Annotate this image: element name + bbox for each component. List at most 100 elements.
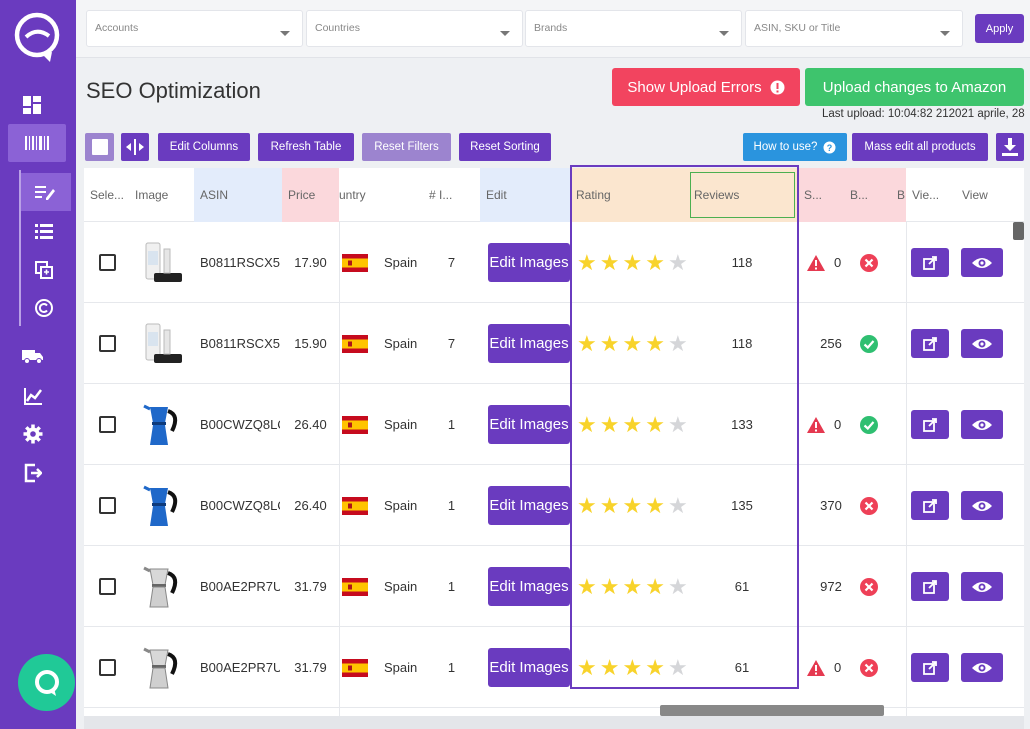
eye-icon — [972, 419, 992, 430]
show-upload-errors-button[interactable]: Show Upload Errors — [612, 68, 800, 106]
truck-icon[interactable] — [20, 345, 46, 367]
reviews-cell: 118 — [731, 336, 753, 351]
column-header-num[interactable]: # I... — [423, 168, 480, 222]
column-header-view[interactable]: View — [956, 168, 1016, 222]
column-header-b1[interactable]: B... — [844, 168, 894, 222]
countries-filter[interactable]: Countries — [306, 10, 523, 47]
open-edit-button[interactable] — [911, 410, 949, 439]
checkbox[interactable] — [99, 578, 116, 595]
row-select[interactable] — [99, 222, 119, 303]
view-button[interactable] — [961, 410, 1003, 439]
mass-edit-button[interactable]: Mass edit all products — [852, 133, 988, 161]
resize-columns-button[interactable] — [121, 133, 149, 161]
row-select[interactable] — [99, 384, 119, 465]
reset-sorting-button[interactable]: Reset Sorting — [459, 133, 551, 161]
column-header-image[interactable]: Image — [129, 168, 193, 222]
help-icon: ? — [823, 141, 836, 153]
vertical-scrollbar[interactable] — [1013, 222, 1024, 240]
column-header-country[interactable]: untry — [339, 168, 423, 222]
price-cell[interactable]: 31.79 — [282, 627, 339, 708]
brands-filter[interactable]: Brands — [525, 10, 742, 47]
edit-images-button[interactable]: Edit Images — [488, 243, 570, 282]
row-select[interactable] — [99, 465, 119, 546]
view-button[interactable] — [961, 653, 1003, 682]
edit-images-button[interactable]: Edit Images — [488, 567, 570, 606]
rating-stars: ★ ★ ★ ★ ★ — [577, 627, 695, 708]
open-edit-button[interactable] — [911, 491, 949, 520]
view-button[interactable] — [961, 248, 1003, 277]
edit-columns-button[interactable]: Edit Columns — [158, 133, 250, 161]
edit-images-button[interactable]: Edit Images — [488, 405, 570, 444]
view-button[interactable] — [961, 491, 1003, 520]
star-icon: ★ — [577, 654, 597, 680]
column-header-price[interactable]: Price — [282, 168, 339, 222]
view-button[interactable] — [961, 572, 1003, 601]
list-icon[interactable] — [33, 220, 55, 242]
table-row: B00CWZQ8LC 26.40 Spain 1 Edit Images ★ ★ ★ ★ ★ 133… — [84, 384, 1024, 465]
column-header-select[interactable]: Sele... — [84, 168, 132, 222]
eye-icon — [972, 257, 992, 268]
view-button[interactable] — [961, 329, 1003, 358]
copy-icon[interactable] — [33, 259, 55, 281]
accounts-filter[interactable]: Accounts — [86, 10, 303, 47]
column-header-asin[interactable]: ASIN — [194, 168, 282, 222]
price-cell[interactable]: 26.40 — [282, 465, 339, 546]
view-row-cell — [961, 465, 1003, 546]
asin-cell: B00AE2PR7U — [200, 579, 280, 594]
checkbox[interactable] — [99, 335, 116, 352]
logout-icon[interactable] — [20, 461, 46, 485]
column-header-view-edit[interactable]: Vie... — [906, 168, 956, 222]
refresh-table-button[interactable]: Refresh Table — [258, 133, 354, 161]
price-cell[interactable]: 17.90 — [282, 222, 339, 303]
table-footer-strip — [84, 716, 1024, 729]
horizontal-scrollbar[interactable] — [660, 705, 884, 716]
column-header-s[interactable]: S... — [798, 168, 844, 222]
price-cell[interactable]: 15.90 — [282, 303, 339, 384]
open-edit-button[interactable] — [911, 572, 949, 601]
row-select[interactable] — [99, 546, 119, 627]
dashboard-icon[interactable] — [20, 93, 44, 117]
edit-images-button[interactable]: Edit Images — [488, 648, 570, 687]
apply-button[interactable]: Apply — [975, 14, 1024, 43]
edit-list-icon[interactable] — [33, 181, 57, 203]
analytics-icon[interactable] — [20, 384, 46, 408]
open-edit-button[interactable] — [911, 329, 949, 358]
country-cell: Spain — [384, 579, 418, 594]
edit-images-button[interactable]: Edit Images — [488, 486, 570, 525]
asin-cell: B0811RSCX5 — [200, 336, 280, 351]
sidebar — [0, 0, 76, 729]
search-filter[interactable]: ASIN, SKU or Title — [745, 10, 963, 47]
reset-filters-button[interactable]: Reset Filters — [362, 133, 451, 161]
checkbox[interactable] — [99, 659, 116, 676]
edit-images-button[interactable]: Edit Images — [488, 324, 570, 363]
upload-to-amazon-button[interactable]: Upload changes to Amazon — [805, 68, 1024, 106]
column-divider — [906, 222, 907, 716]
price-cell[interactable]: 31.79 — [282, 546, 339, 627]
price-cell[interactable]: 26.40 — [282, 384, 339, 465]
spain-flag-icon — [342, 303, 368, 384]
settings-icon[interactable] — [20, 422, 46, 446]
open-edit-button[interactable] — [911, 653, 949, 682]
column-header-b2[interactable]: B — [894, 168, 906, 222]
checkbox[interactable] — [99, 497, 116, 514]
column-header-edit[interactable]: Edit — [480, 168, 570, 222]
s-status-cell: 972 — [806, 546, 856, 627]
star-icon: ★ — [577, 573, 597, 599]
copyright-icon[interactable] — [33, 297, 55, 319]
chat-bubble-icon[interactable] — [18, 654, 75, 711]
warning-icon — [807, 416, 825, 433]
open-edit-button[interactable] — [911, 248, 949, 277]
barcode-icon[interactable] — [22, 131, 52, 155]
country-cell: Spain — [384, 255, 418, 270]
row-select[interactable] — [99, 627, 119, 708]
row-select[interactable] — [99, 303, 119, 384]
table-row: B00AE2PR7U 31.79 Spain 1 Edit Images ★ ★ ★ ★ ★ 61 0 — [84, 627, 1024, 708]
download-button[interactable] — [996, 133, 1024, 161]
column-header-reviews[interactable]: Reviews — [688, 168, 798, 222]
select-all-toggle[interactable] — [85, 133, 114, 161]
checkbox[interactable] — [99, 254, 116, 271]
asin-cell: B0811RSCX5 — [200, 255, 280, 270]
how-to-use-button[interactable]: How to use? ? — [743, 133, 847, 161]
app-logo[interactable] — [12, 10, 64, 62]
checkbox[interactable] — [99, 416, 116, 433]
